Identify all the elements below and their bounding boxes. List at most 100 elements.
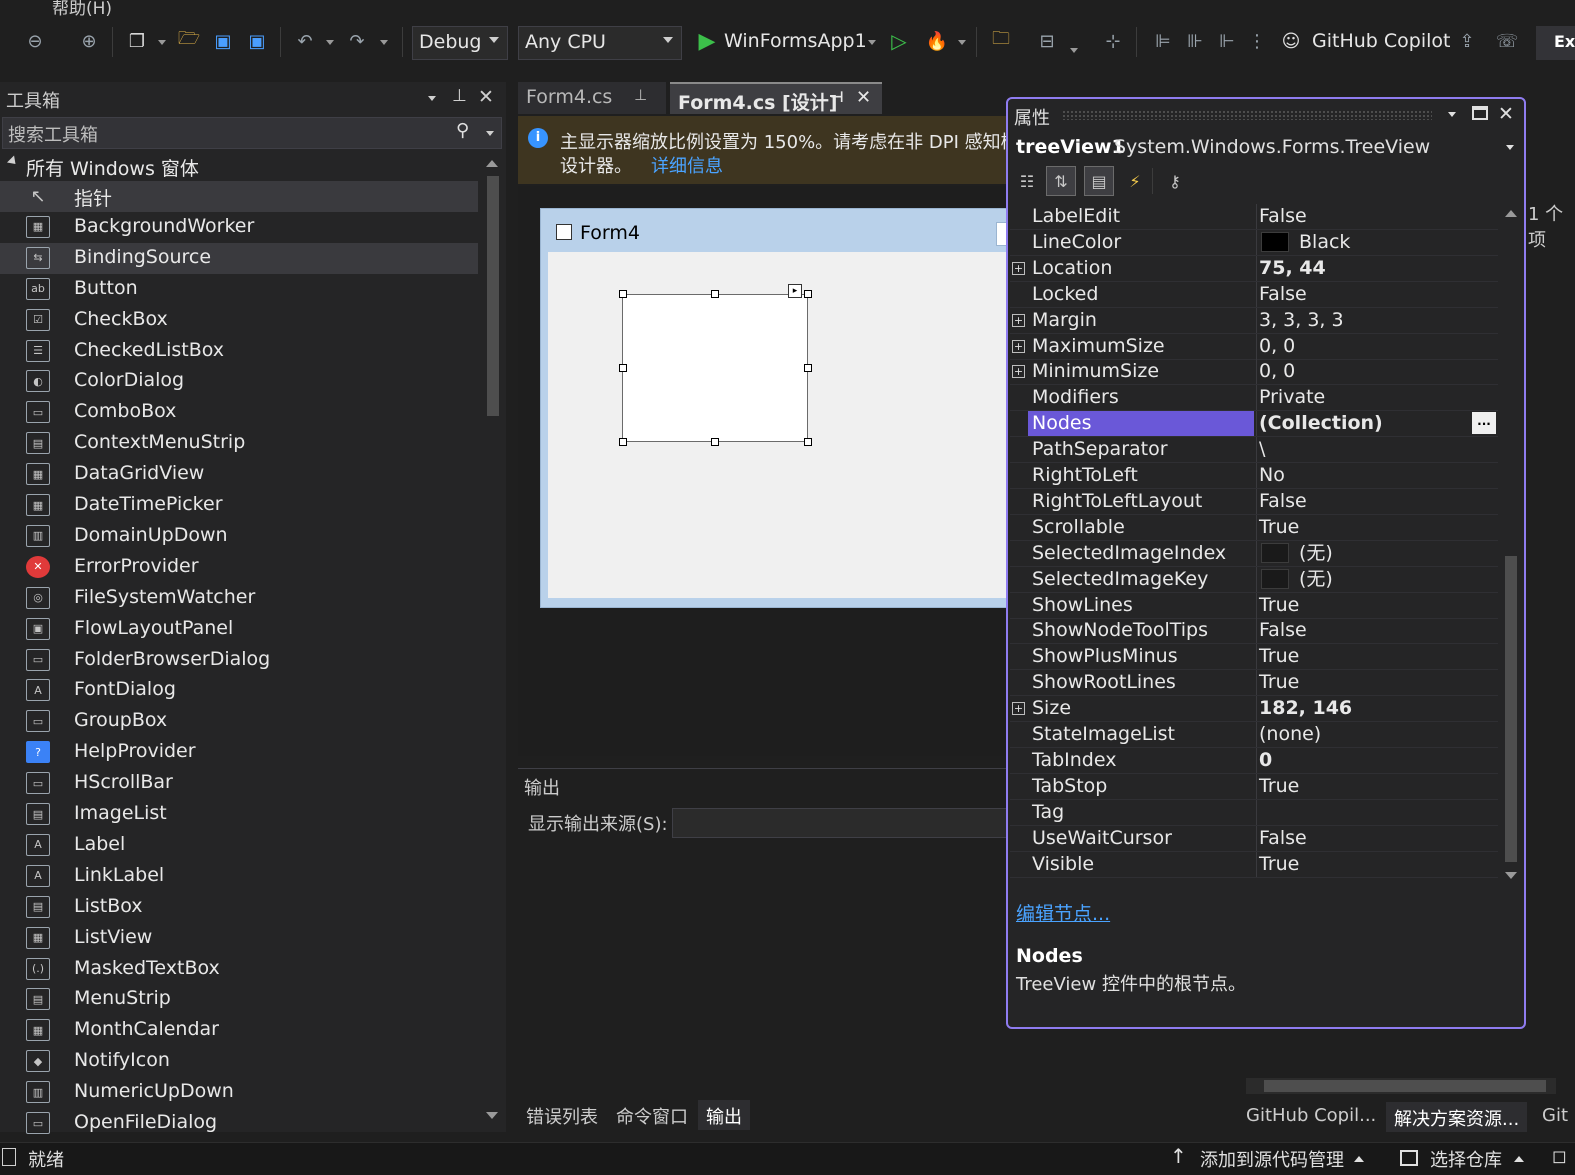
resize-handle[interactable] (804, 364, 812, 372)
pin-icon[interactable]: ⊣ (830, 88, 844, 106)
undo-icon[interactable]: ↶ (292, 28, 318, 54)
property-value[interactable]: True (1256, 592, 1498, 618)
expand-icon[interactable]: + (1012, 702, 1025, 716)
copilot-icon[interactable]: ☺ (1278, 28, 1304, 54)
notifications-icon[interactable]: ◻ (1552, 1146, 1567, 1167)
toolbox-item[interactable]: A FontDialog (0, 675, 478, 706)
toolbox-item[interactable]: ▦ BackgroundWorker (0, 212, 478, 243)
toolbox-item[interactable]: ▤ MenuStrip (0, 984, 478, 1015)
property-row[interactable]: ShowRootLines True (1010, 670, 1498, 697)
platform-dropdown[interactable]: Any CPU (518, 26, 682, 60)
scroll-down-icon[interactable] (1505, 872, 1517, 879)
close-icon[interactable]: ✕ (1498, 103, 1514, 125)
tab-form4-cs[interactable]: Form4.cs ⊥ (518, 82, 666, 114)
scroll-down-icon[interactable] (486, 1112, 498, 1119)
chevron-down-icon[interactable] (158, 40, 166, 45)
back-icon[interactable]: ⊖ (22, 28, 48, 54)
toolbox-item[interactable]: ◐ ColorDialog (0, 366, 478, 397)
property-value[interactable]: 0, 0 (1256, 359, 1498, 385)
chevron-down-icon[interactable] (868, 40, 876, 45)
start-without-debug-icon[interactable]: ▷ (886, 28, 912, 54)
property-row[interactable]: Modifiers Private (1010, 385, 1498, 412)
property-value[interactable]: True (1256, 514, 1498, 540)
property-row[interactable]: ShowLines True (1010, 592, 1498, 619)
resize-handle[interactable] (804, 290, 812, 298)
property-row[interactable]: SelectedImageIndex (无) (1010, 540, 1498, 567)
property-value[interactable]: False (1256, 204, 1498, 229)
property-row[interactable]: + Size 182, 146 (1010, 696, 1498, 723)
toolbox-group-header[interactable]: 所有 Windows 窗体 (26, 154, 199, 181)
property-row[interactable]: + Location 75, 44 (1010, 255, 1498, 282)
property-value[interactable]: False (1256, 825, 1498, 851)
toolbox-item[interactable]: ab Button (0, 274, 478, 305)
scroll-up-icon[interactable] (1505, 210, 1517, 217)
layout-icon[interactable]: ⊟ (1034, 28, 1060, 54)
property-row[interactable]: ShowNodeToolTips False (1010, 618, 1498, 645)
property-value[interactable]: 0, 0 (1256, 333, 1498, 359)
toolbox-options-icon[interactable] (428, 96, 436, 101)
close-icon[interactable]: ✕ (856, 87, 871, 108)
toolbox-item[interactable]: ✕ ErrorProvider (0, 552, 478, 583)
property-value[interactable]: (无) (1256, 566, 1498, 592)
toolbox-item[interactable]: ◎ FileSystemWatcher (0, 583, 478, 614)
chevron-down-icon[interactable] (958, 40, 966, 45)
info-details-link[interactable]: 详细信息 (651, 152, 723, 178)
property-value[interactable]: 0 (1256, 747, 1498, 773)
smart-tag-icon[interactable]: ▸ (788, 284, 802, 298)
folder-view-icon[interactable]: 🗀 (988, 28, 1014, 54)
search-icon[interactable]: ⚲ (456, 120, 469, 141)
property-row[interactable]: TabStop True (1010, 773, 1498, 800)
resize-handle[interactable] (711, 438, 719, 446)
toolbox-item[interactable]: ▦ DataGridView (0, 459, 478, 490)
maximize-icon[interactable] (1472, 106, 1488, 120)
property-row[interactable]: RightToLeftLayout False (1010, 488, 1498, 515)
property-row[interactable]: + MaximumSize 0, 0 (1010, 333, 1498, 360)
resize-handle[interactable] (619, 290, 627, 298)
startup-project-button[interactable]: WinFormsApp1 (724, 30, 867, 52)
categorized-icon[interactable]: ☷ (1012, 166, 1042, 196)
property-value[interactable]: True (1256, 644, 1498, 670)
snap-lines-icon[interactable]: ⊹ (1100, 28, 1126, 54)
property-row[interactable]: + MinimumSize 0, 0 (1010, 359, 1498, 386)
resize-handle[interactable] (804, 438, 812, 446)
toolbox-item[interactable]: ▦ DateTimePicker (0, 490, 478, 521)
align-left-icon[interactable]: ⊫ (1150, 28, 1176, 54)
property-value[interactable]: 75, 44 (1256, 255, 1498, 281)
resize-handle[interactable] (711, 290, 719, 298)
resize-handle[interactable] (619, 364, 627, 372)
window-options-icon[interactable] (1448, 112, 1456, 117)
toolbox-scroll-thumb[interactable] (487, 176, 499, 416)
tab-error-list[interactable]: 错误列表 (518, 1100, 606, 1130)
toolbox-item[interactable]: ▥ NumericUpDown (0, 1077, 478, 1108)
toolbox-item[interactable]: A LinkLabel (0, 861, 478, 892)
properties-drag-grip[interactable] (1062, 110, 1432, 120)
copilot-button[interactable]: GitHub Copilot (1312, 30, 1450, 52)
edit-nodes-link[interactable]: 编辑节点... (1016, 899, 1110, 926)
select-repository[interactable]: 选择仓库 (1430, 1146, 1502, 1172)
property-row[interactable]: Tag (1010, 799, 1498, 826)
pin-icon[interactable]: ⊥ (634, 86, 647, 104)
property-row[interactable]: Visible True (1010, 851, 1498, 878)
property-value[interactable]: False (1256, 281, 1498, 307)
property-row[interactable]: Scrollable True (1010, 514, 1498, 541)
tab-github-copilot[interactable]: GitHub Copil... (1238, 1102, 1384, 1132)
chevron-down-icon[interactable] (1070, 48, 1078, 53)
pin-icon[interactable]: ⊥ (452, 86, 467, 106)
property-value[interactable]: True (1256, 851, 1498, 877)
property-grid-scroll-thumb[interactable] (1505, 556, 1517, 862)
output-source-select[interactable] (672, 808, 1012, 838)
open-folder-icon[interactable]: 🗁 (176, 28, 202, 54)
toolbox-item[interactable]: ▤ ImageList (0, 799, 478, 830)
chevron-up-icon[interactable] (1514, 1156, 1524, 1162)
property-value[interactable]: (none) (1256, 722, 1498, 747)
toolbox-item[interactable]: ▭ HScrollBar (0, 768, 478, 799)
forward-icon[interactable]: ⊕ (76, 28, 102, 54)
toolbox-item[interactable]: ▣ FlowLayoutPanel (0, 614, 478, 645)
extension-button[interactable]: Ex (1536, 26, 1575, 60)
property-value[interactable]: False (1256, 488, 1498, 514)
property-value[interactable]: \ (1256, 437, 1498, 463)
chevron-down-icon[interactable] (326, 40, 334, 45)
property-value[interactable]: True (1256, 773, 1498, 799)
property-row[interactable]: ShowPlusMinus True (1010, 644, 1498, 671)
toolbox-item[interactable]: ▭ ComboBox (0, 397, 478, 428)
